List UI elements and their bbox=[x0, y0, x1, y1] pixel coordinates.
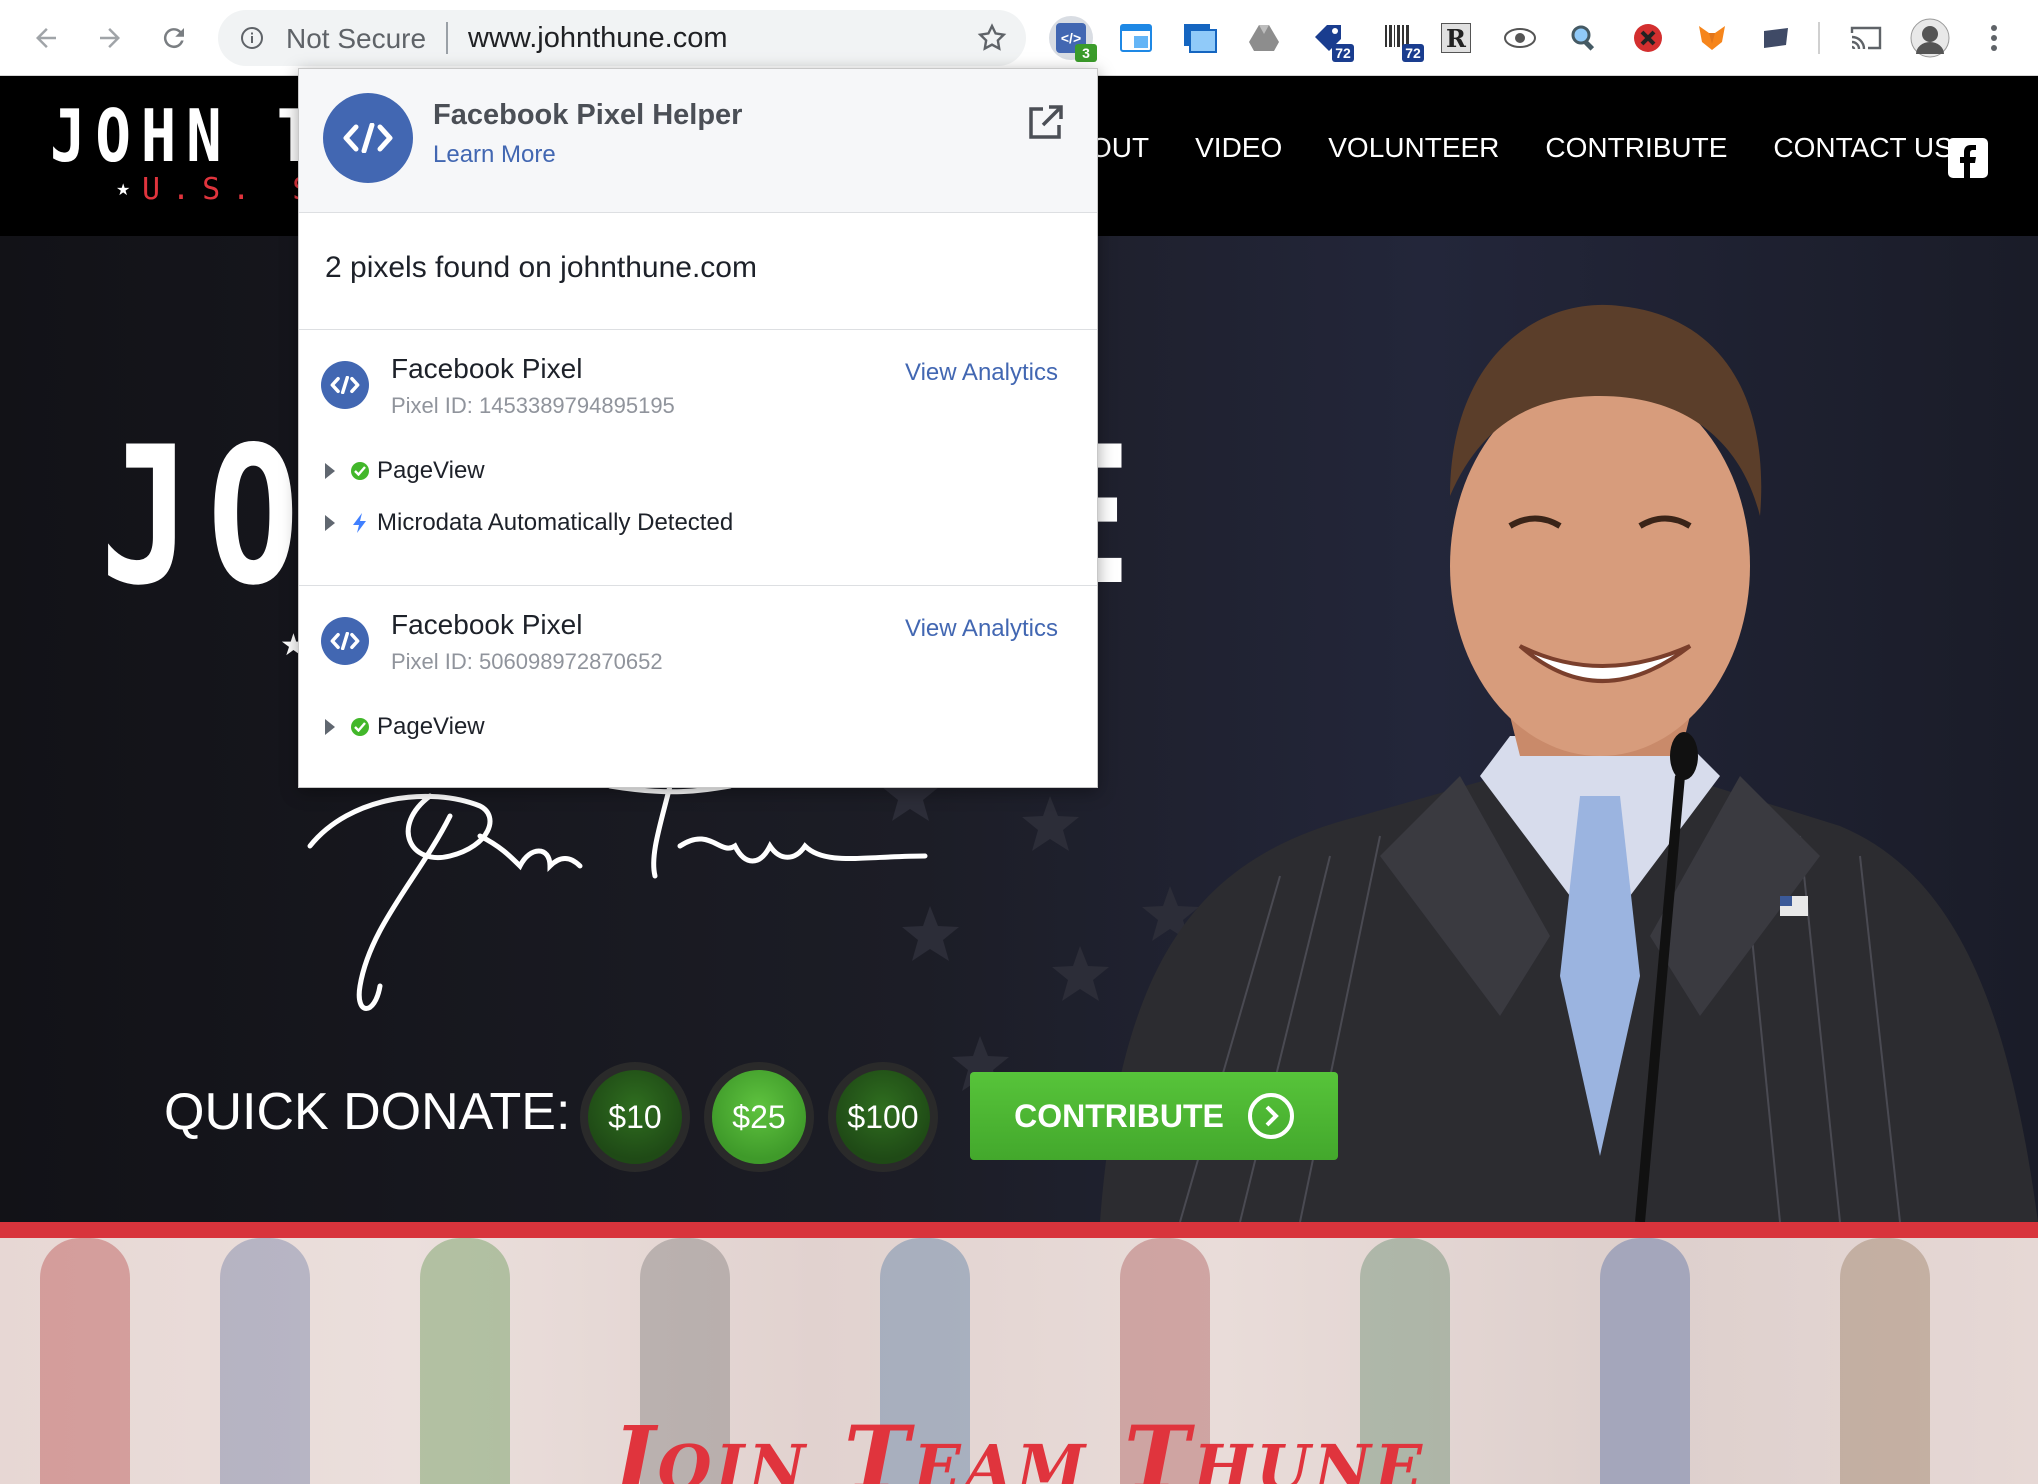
pixel-name: Facebook Pixel bbox=[391, 353, 583, 384]
popup-title: Facebook Pixel Helper bbox=[433, 99, 743, 131]
google-drive-extension[interactable] bbox=[1242, 16, 1286, 60]
popup-divider bbox=[299, 585, 1097, 586]
google-drive-icon bbox=[1249, 25, 1279, 51]
blocked-icon bbox=[1634, 24, 1662, 52]
pixel-code-icon bbox=[321, 617, 369, 665]
nav-contact-us[interactable]: CONTACT US bbox=[1773, 132, 1952, 164]
magnifier-extension[interactable] bbox=[1562, 16, 1606, 60]
barcode-extension[interactable]: 72 bbox=[1376, 16, 1424, 62]
kebab-menu-icon bbox=[1991, 25, 1997, 51]
crowd-figure bbox=[1840, 1238, 1930, 1484]
event-label: PageView bbox=[377, 457, 485, 484]
browser-toolbar: Not Secure www.johnthune.com </> 3 72 72… bbox=[0, 0, 2038, 76]
event-label: Microdata Automatically Detected bbox=[377, 509, 734, 536]
avatar-icon bbox=[1910, 18, 1950, 58]
extension-badge: 72 bbox=[1332, 44, 1354, 62]
signature-image bbox=[307, 783, 928, 1011]
contribute-button-label: CONTRIBUTE bbox=[1014, 1097, 1224, 1134]
pixel-id: Pixel ID: 506098972870652 bbox=[391, 649, 663, 674]
chevron-right-icon bbox=[1247, 1093, 1294, 1139]
eye-icon bbox=[1504, 28, 1536, 48]
logo-star-icon: ★ bbox=[116, 182, 131, 199]
event-row-microdata[interactable]: Microdata Automatically Detected bbox=[325, 507, 733, 539]
bookmark-star-icon[interactable] bbox=[976, 22, 1008, 54]
back-button[interactable] bbox=[24, 16, 68, 60]
back-arrow-icon bbox=[36, 28, 56, 48]
nav-video[interactable]: VIDEO bbox=[1195, 132, 1282, 164]
info-icon[interactable] bbox=[240, 26, 264, 50]
pixel-helper-logo-icon bbox=[323, 93, 413, 183]
forward-arrow-icon bbox=[100, 28, 120, 48]
section-divider bbox=[0, 1222, 2038, 1238]
flag-icon bbox=[1764, 28, 1788, 48]
popup-header: Facebook Pixel Helper Learn More bbox=[299, 69, 1097, 213]
screenshot-extension[interactable] bbox=[1178, 16, 1222, 60]
r-extension[interactable]: R bbox=[1434, 16, 1478, 60]
cast-button[interactable] bbox=[1844, 16, 1888, 60]
hero-title: JO bbox=[100, 406, 316, 627]
donate-10-button[interactable]: $10 bbox=[580, 1062, 690, 1172]
security-status[interactable]: Not Secure bbox=[286, 23, 426, 55]
pixels-found-summary: 2 pixels found on johnthune.com bbox=[325, 251, 757, 284]
r-icon: R bbox=[1441, 23, 1471, 53]
join-team-section: Join Team Thune bbox=[0, 1238, 2038, 1484]
profile-avatar[interactable] bbox=[1908, 16, 1952, 60]
magnifier-icon bbox=[1571, 25, 1595, 51]
expand-triangle-icon bbox=[325, 719, 335, 735]
extension-badge: 72 bbox=[1402, 44, 1424, 62]
pixel-name: Facebook Pixel bbox=[391, 609, 583, 640]
fox-icon bbox=[1699, 26, 1725, 50]
nav-volunteer[interactable]: VOLUNTEER bbox=[1328, 132, 1499, 164]
expand-triangle-icon bbox=[325, 463, 335, 479]
blocked-extension[interactable] bbox=[1626, 16, 1670, 60]
nav-contribute[interactable]: CONTRIBUTE bbox=[1545, 132, 1727, 164]
fox-extension[interactable] bbox=[1690, 16, 1734, 60]
join-team-title: Join Team Thune bbox=[612, 1406, 1427, 1484]
crowd-figure bbox=[1600, 1238, 1690, 1484]
facebook-link[interactable] bbox=[1948, 138, 1988, 178]
view-analytics-link[interactable]: View Analytics bbox=[905, 615, 1058, 643]
facebook-pixel-helper-extension[interactable]: </> 3 bbox=[1049, 16, 1097, 62]
flag-extension[interactable] bbox=[1754, 16, 1798, 60]
quick-donate-label: QUICK DONATE: bbox=[164, 1083, 571, 1141]
popup-divider bbox=[299, 329, 1097, 330]
tag-extension[interactable]: 72 bbox=[1306, 16, 1354, 62]
extension-badge: 3 bbox=[1075, 44, 1097, 62]
success-check-icon bbox=[351, 462, 369, 480]
open-external-icon[interactable] bbox=[1025, 103, 1065, 143]
donate-25-button[interactable]: $25 bbox=[704, 1062, 814, 1172]
donate-100-button[interactable]: $100 bbox=[828, 1062, 938, 1172]
url-text[interactable]: www.johnthune.com bbox=[468, 22, 728, 55]
reload-icon bbox=[163, 28, 184, 49]
pixel-id: Pixel ID: 1453389794895195 bbox=[391, 393, 675, 418]
contribute-button[interactable]: CONTRIBUTE bbox=[970, 1072, 1338, 1160]
address-separator bbox=[446, 22, 448, 54]
screenshot-icon bbox=[1184, 24, 1217, 53]
pixel-code-icon bbox=[321, 361, 369, 409]
pixel-helper-popup: Facebook Pixel Helper Learn More 2 pixel… bbox=[298, 68, 1098, 788]
forward-button[interactable] bbox=[88, 16, 132, 60]
learn-more-link[interactable]: Learn More bbox=[433, 141, 556, 169]
success-check-icon bbox=[351, 718, 369, 736]
event-label: PageView bbox=[377, 713, 485, 740]
window-icon bbox=[1120, 24, 1152, 52]
crowd-figure bbox=[40, 1238, 130, 1484]
event-row-pageview[interactable]: PageView bbox=[325, 455, 485, 487]
toolbar-divider bbox=[1818, 22, 1820, 54]
expand-triangle-icon bbox=[325, 515, 335, 531]
crowd-figure bbox=[420, 1238, 510, 1484]
reload-button[interactable] bbox=[152, 16, 196, 60]
view-analytics-link[interactable]: View Analytics bbox=[905, 359, 1058, 387]
facebook-icon bbox=[1960, 145, 1976, 178]
address-bar[interactable]: Not Secure www.johnthune.com bbox=[218, 10, 1026, 66]
event-row-pageview[interactable]: PageView bbox=[325, 711, 485, 743]
crowd-figure bbox=[220, 1238, 310, 1484]
eye-extension[interactable] bbox=[1498, 16, 1542, 60]
nav-about[interactable]: OUT bbox=[1090, 132, 1149, 164]
menu-button[interactable] bbox=[1972, 16, 2016, 60]
cast-icon bbox=[1850, 26, 1882, 50]
main-navigation: OUT VIDEO VOLUNTEER CONTRIBUTE CONTACT U… bbox=[1090, 132, 1953, 164]
lightning-icon bbox=[353, 513, 366, 533]
window-extension[interactable] bbox=[1114, 16, 1158, 60]
